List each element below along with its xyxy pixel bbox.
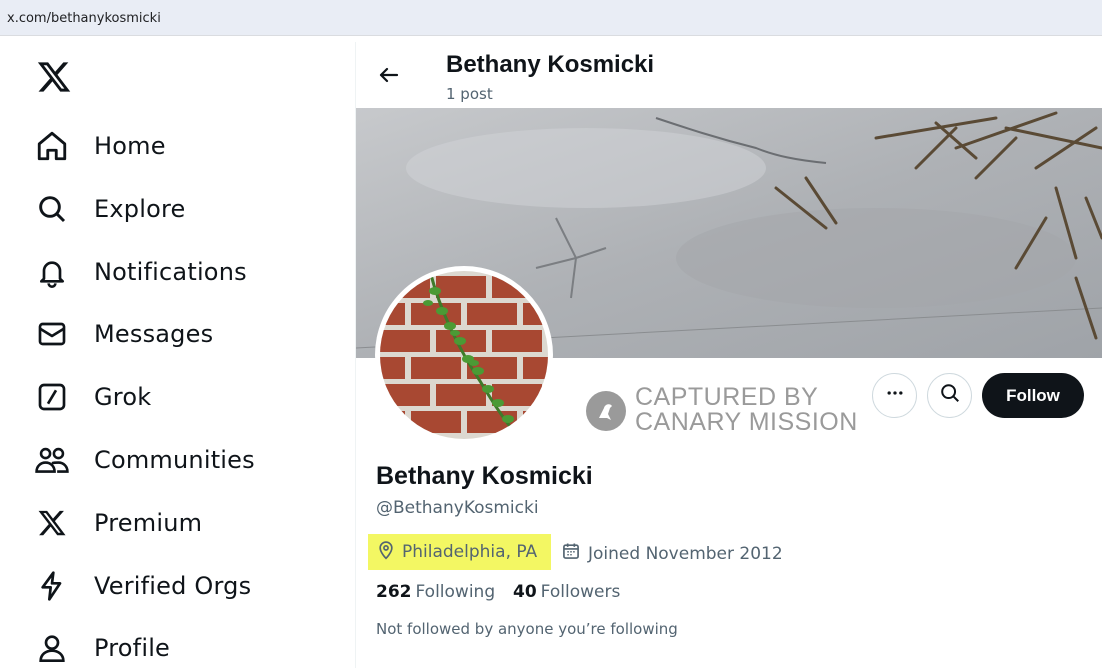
profile-name: Bethany Kosmicki <box>376 462 593 490</box>
location-pin-icon <box>376 540 396 565</box>
follow-button[interactable]: Follow <box>982 373 1084 418</box>
x-logo-icon[interactable] <box>36 59 72 95</box>
nav-label: Messages <box>94 320 214 348</box>
nav-label: Explore <box>94 195 186 223</box>
url-text: x.com/bethanykosmicki <box>7 11 161 26</box>
canary-bird-icon <box>585 390 627 432</box>
followers-link[interactable]: 40 Followers <box>513 582 620 602</box>
nav-label: Grok <box>94 383 152 411</box>
location-text: Philadelphia, PA <box>402 542 538 562</box>
search-icon <box>34 191 70 227</box>
search-icon <box>939 382 961 409</box>
nav-grok[interactable]: Grok <box>34 377 151 417</box>
bell-icon <box>34 254 70 290</box>
lightning-icon <box>34 568 70 604</box>
nav-label: Home <box>94 132 166 160</box>
profile-handle: @BethanyKosmicki <box>376 498 539 518</box>
x-logo-icon <box>34 505 70 541</box>
nav-explore[interactable]: Explore <box>34 189 185 229</box>
nav-verified-orgs[interactable]: Verified Orgs <box>34 566 251 606</box>
joined-text: Joined November 2012 <box>588 543 783 564</box>
following-link[interactable]: 262 Following <box>376 582 495 602</box>
back-arrow-icon[interactable] <box>374 60 404 90</box>
followers-label: Followers <box>540 582 621 602</box>
nav-notifications[interactable]: Notifications <box>34 252 247 292</box>
following-count: 262 <box>376 582 412 602</box>
avatar[interactable] <box>375 266 553 444</box>
search-profile-button[interactable] <box>927 373 972 418</box>
header-title: Bethany Kosmicki <box>446 51 655 78</box>
person-icon <box>34 630 70 666</box>
post-count: 1 post <box>446 85 493 103</box>
location: Philadelphia, PA <box>368 534 551 570</box>
avatar-image <box>380 271 548 439</box>
join-date: Joined November 2012 <box>561 541 783 566</box>
home-icon <box>34 128 70 164</box>
nav-label: Profile <box>94 634 171 662</box>
more-options-button[interactable] <box>872 373 917 418</box>
nav-communities[interactable]: Communities <box>34 440 255 480</box>
calendar-icon <box>561 541 581 566</box>
address-bar[interactable]: x.com/bethanykosmicki <box>0 0 1102 36</box>
mutual-followers-note: Not followed by anyone you’re following <box>376 620 678 638</box>
nav-profile[interactable]: Profile <box>34 628 170 668</box>
communities-icon <box>34 442 70 478</box>
nav-premium[interactable]: Premium <box>34 503 202 543</box>
followers-count: 40 <box>513 582 537 602</box>
watermark-line-2: CANARY MISSION <box>635 408 858 436</box>
nav-label: Communities <box>94 446 255 474</box>
nav-messages[interactable]: Messages <box>34 314 213 354</box>
following-label: Following <box>415 582 496 602</box>
nav-label: Notifications <box>94 258 247 286</box>
nav-label: Premium <box>94 509 203 537</box>
nav-label: Verified Orgs <box>94 572 252 600</box>
more-dots-icon <box>885 383 905 408</box>
envelope-icon <box>34 316 70 352</box>
grok-icon <box>34 379 70 415</box>
nav-home[interactable]: Home <box>34 126 166 166</box>
